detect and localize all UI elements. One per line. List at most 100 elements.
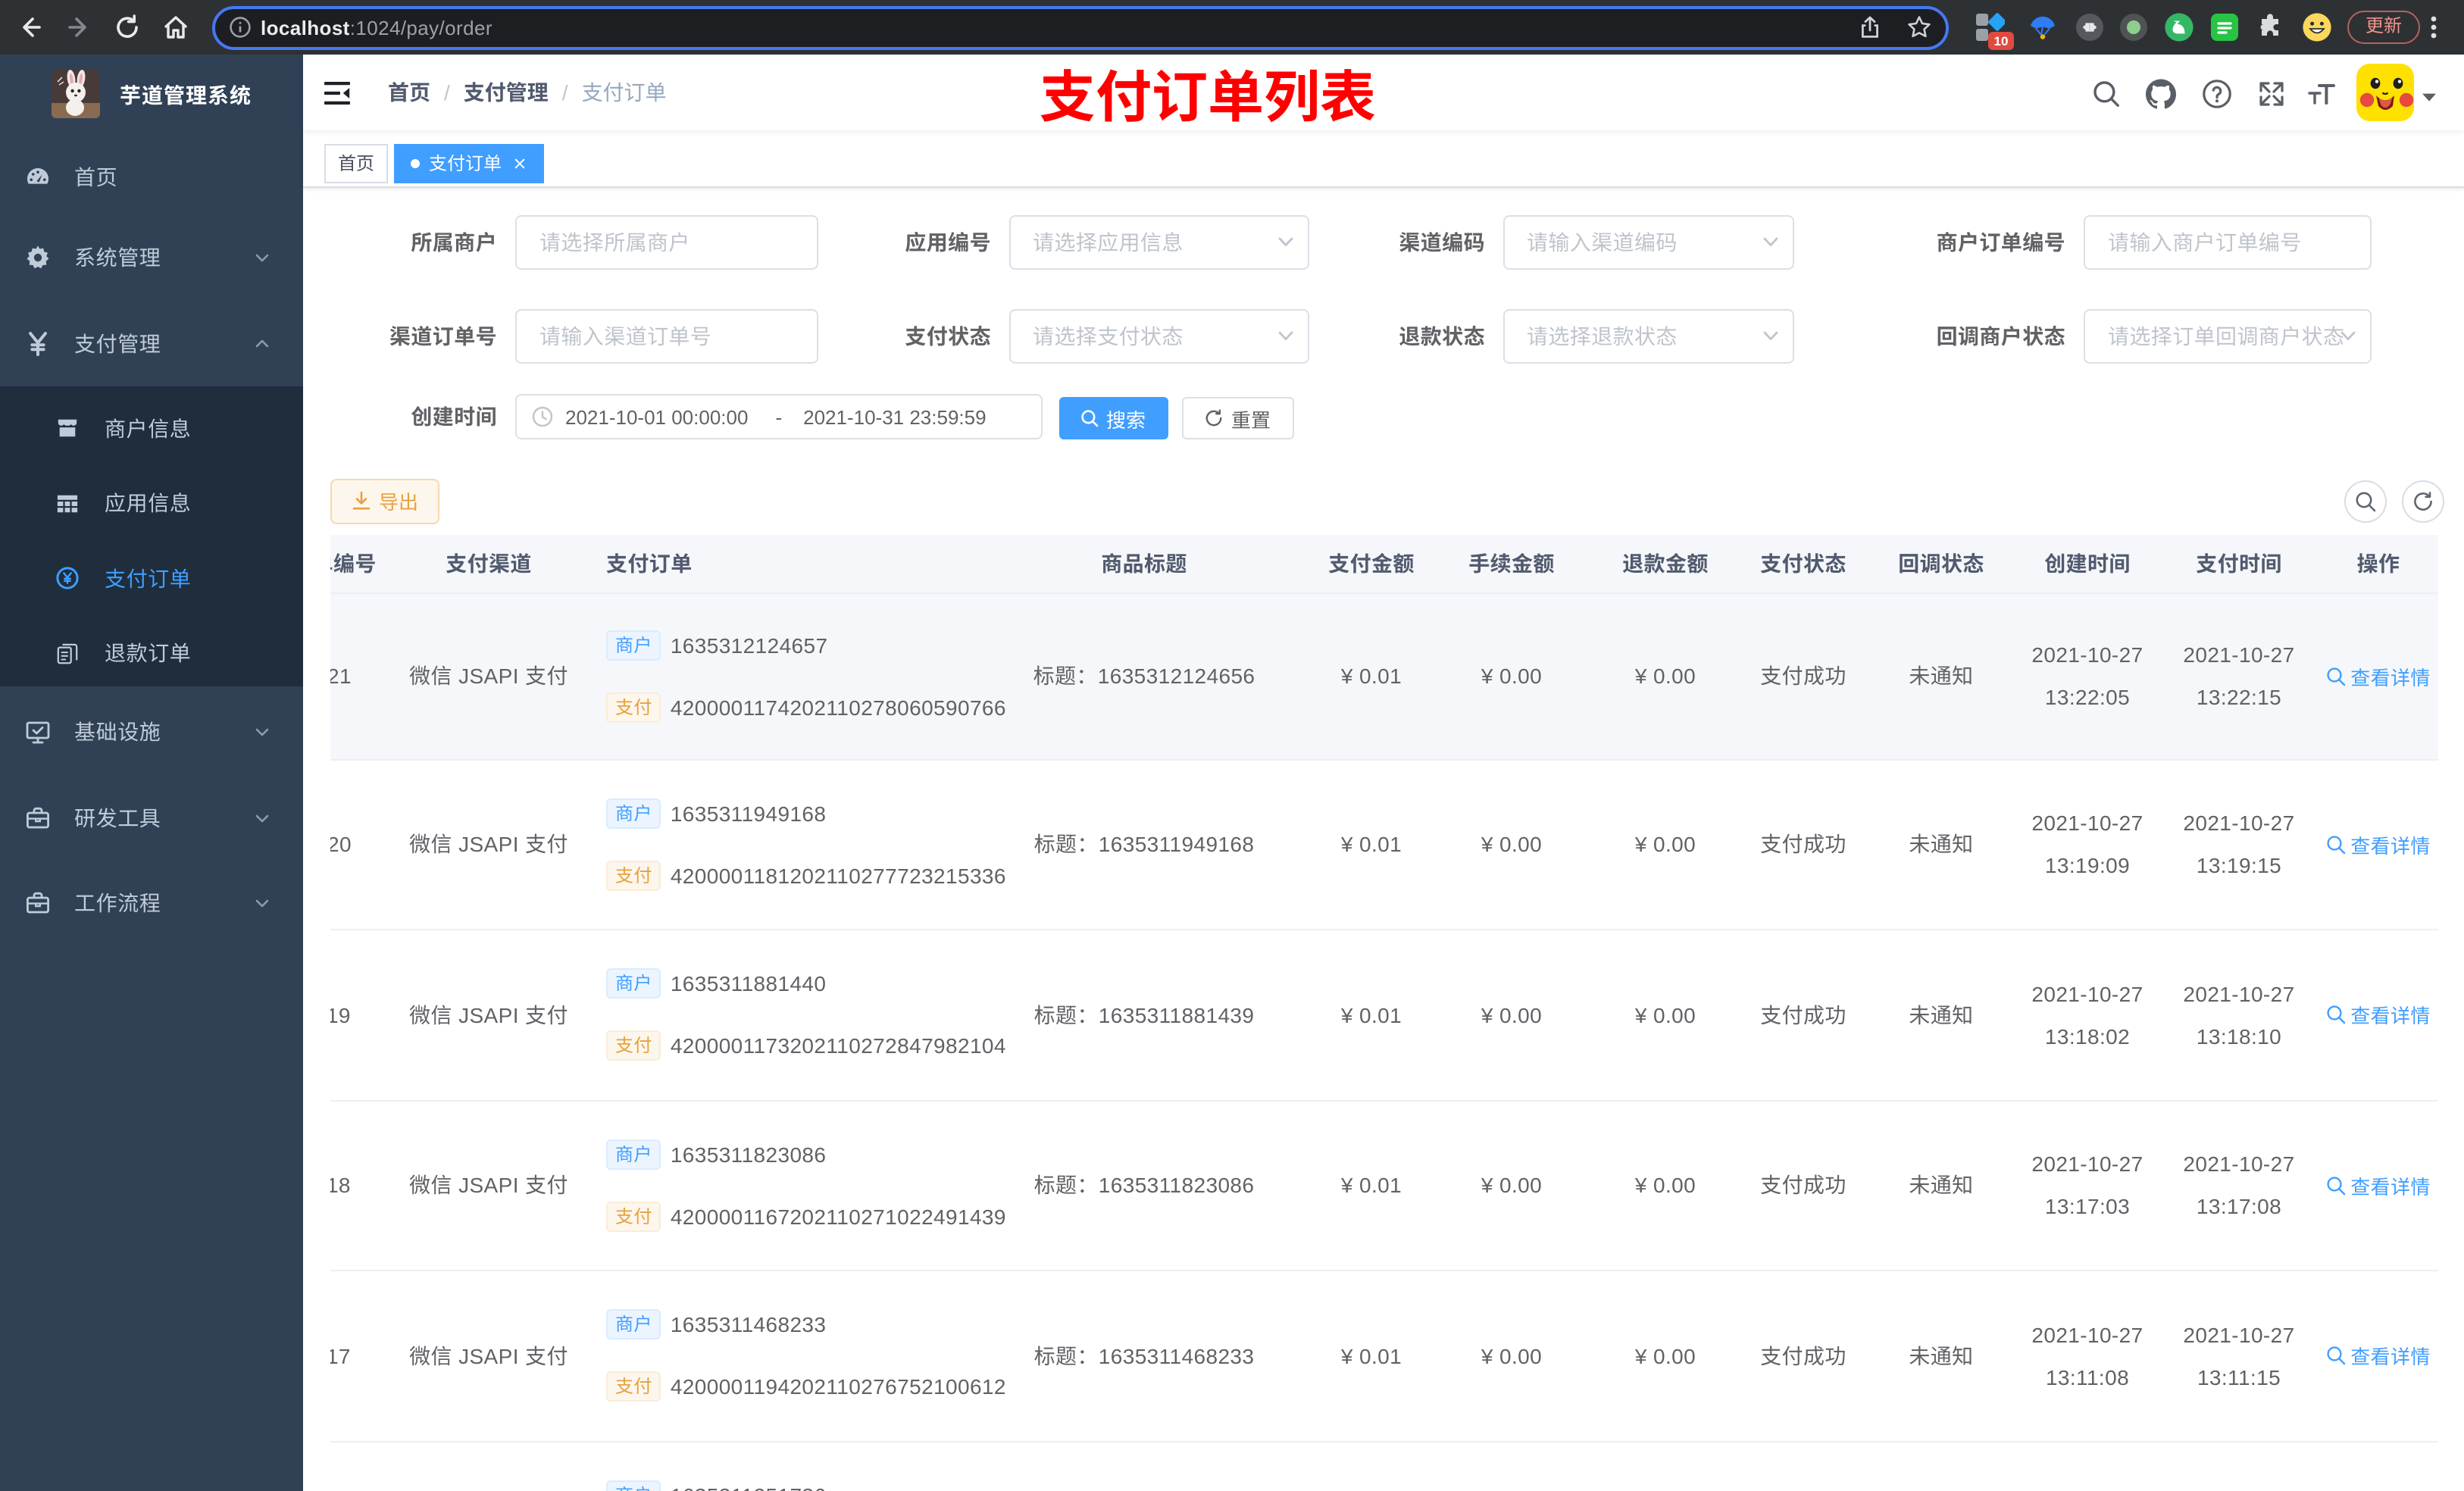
show-search-toggle-button[interactable]: [2344, 480, 2386, 522]
filter-channel-code-select[interactable]: 请输入渠道编码: [1502, 214, 1793, 269]
pay-clock: 13:19:15: [2196, 853, 2282, 878]
extensions-puzzle-icon[interactable]: [2255, 12, 2285, 42]
search-icon: [2327, 1346, 2346, 1365]
refresh-table-button[interactable]: [2401, 480, 2444, 522]
filter-label-refund-status: 退款状态: [1399, 324, 1485, 348]
tag-home[interactable]: 首页: [324, 143, 389, 183]
tag-pay-order[interactable]: 支付订单: [394, 143, 545, 183]
sidebar-item-home[interactable]: 首页: [0, 134, 303, 219]
create-date: 2021-10-27: [2031, 1152, 2143, 1177]
search-icon: [2327, 835, 2346, 854]
col-fee: 手续金额: [1468, 551, 1555, 575]
browser-back-icon[interactable]: [15, 12, 45, 42]
filter-refund-status-select[interactable]: 请选择退款状态: [1502, 308, 1793, 363]
extension-yuque-icon[interactable]: [2164, 12, 2194, 42]
sidebar-item-workflow[interactable]: 工作流程: [0, 861, 303, 946]
sidebar-item-app-info[interactable]: 应用信息: [0, 466, 303, 541]
search-button[interactable]: 搜索: [1058, 397, 1168, 439]
cell-create-time: [2015, 1442, 2159, 1490]
cell-channel: 微信 JSAPI 支付: [409, 832, 568, 857]
sidebar-item-label: 商户信息: [105, 416, 192, 441]
url-text[interactable]: localhost:1024/pay/order: [261, 16, 492, 39]
filter-date-range[interactable]: 2021-10-01 00:00:00 - 2021-10-31 23:59:5…: [515, 394, 1043, 439]
github-icon[interactable]: [2146, 79, 2176, 109]
extension-paraglider-icon[interactable]: [2028, 12, 2058, 42]
col-actions: 操作: [2356, 551, 2400, 575]
view-detail-label: 查看详情: [2350, 666, 2431, 689]
cell-create-time: 2021-10-27 13:22:05: [2015, 593, 2159, 758]
dashboard-icon: [27, 167, 49, 183]
merchant-tag: 商户: [606, 1480, 661, 1490]
filter-notify-status-select[interactable]: 请选择订单回调商户状态: [2084, 308, 2372, 363]
sidebar-item-infra[interactable]: 基础设施: [0, 689, 303, 774]
sidebar-fold-icon[interactable]: [324, 81, 350, 104]
user-avatar[interactable]: [2356, 64, 2414, 121]
toolbox-icon: [27, 807, 50, 829]
address-bar[interactable]: localhost:1024/pay/order: [212, 5, 1949, 49]
col-pay-time: 支付时间: [2196, 551, 2282, 575]
sidebar-logo[interactable]: 芋道管理系统: [0, 55, 303, 133]
sidebar-item-pay[interactable]: 支付管理: [0, 302, 303, 386]
view-detail-link[interactable]: 查看详情: [2326, 830, 2431, 859]
create-clock: 13:11:08: [2045, 1364, 2130, 1389]
filter-merchant-order-no-input[interactable]: 请输入商户订单编号: [2084, 214, 2372, 269]
view-detail-link[interactable]: 查看详情: [2326, 1342, 2431, 1371]
sidebar-item-system[interactable]: 系统管理: [0, 215, 303, 300]
view-detail-link[interactable]: 查看详情: [2326, 1001, 2431, 1030]
cell-channel: [386, 1442, 591, 1490]
col-order-id[interactable]: 订单编号: [330, 534, 386, 592]
search-icon[interactable]: [2091, 79, 2122, 109]
browser-forward-icon[interactable]: [64, 12, 94, 42]
cell-channel: 微信 JSAPI 支付: [409, 1173, 568, 1198]
sidebar-item-devtools[interactable]: 研发工具: [0, 776, 303, 861]
reset-button[interactable]: 重置: [1182, 397, 1294, 439]
cell-order-id: [330, 1442, 386, 1490]
extension-command-icon[interactable]: [2075, 12, 2105, 42]
cell-create-time: 2021-10-27 13:18:02: [2015, 930, 2159, 1099]
table-row: 119 微信 JSAPI 支付 商户 1635311881440 支付 420000…: [330, 930, 2438, 1101]
cell-pay-order: 商户 1635312124657 支付 4200001174202110278060…: [591, 593, 1006, 758]
browser-reload-icon[interactable]: [112, 12, 142, 42]
sidebar-item-merchant-info[interactable]: 商户信息: [0, 391, 303, 466]
breadcrumb-home[interactable]: 首页: [388, 77, 430, 108]
tag-close-icon[interactable]: [511, 155, 527, 171]
sidebar-item-label: 应用信息: [105, 491, 192, 516]
pay-date: 2021-10-27: [2183, 642, 2295, 667]
font-size-icon[interactable]: [2306, 79, 2337, 109]
extension-recorder-icon[interactable]: [2118, 12, 2149, 42]
cell-title: 标题：1635311823086: [1033, 1173, 1255, 1198]
site-info-icon[interactable]: [229, 16, 252, 39]
cell-pay-order: 商户 1635311949168 支付 4200001181202110277723…: [591, 760, 1006, 929]
tags-view: 首页 支付订单: [303, 130, 2464, 188]
cell-notify-status: 未通知: [1909, 1173, 1974, 1198]
create-date: 2021-10-27: [2031, 981, 2143, 1006]
bookmark-star-icon[interactable]: [1906, 14, 1932, 40]
date-start[interactable]: 2021-10-01 00:00:00: [565, 405, 748, 428]
browser-home-icon[interactable]: [161, 12, 191, 42]
view-detail-link[interactable]: 查看详情: [2326, 1171, 2431, 1200]
sidebar-item-refund-order[interactable]: 退款订单: [0, 616, 303, 691]
search-icon: [2355, 491, 2375, 511]
table-row: 121 微信 JSAPI 支付 商户 1635312124657 支付 420000…: [330, 593, 2438, 760]
browser-update-button[interactable]: 更新: [2347, 11, 2421, 44]
view-detail-link[interactable]: 查看详情: [2326, 661, 2431, 690]
share-icon[interactable]: [1858, 15, 1882, 39]
date-end[interactable]: 2021-10-31 23:59:59: [803, 405, 986, 428]
cell-channel: 微信 JSAPI 支付: [409, 1002, 568, 1027]
pay-clock: 13:11:15: [2197, 1364, 2281, 1389]
cell-actions: 查看详情: [2319, 593, 2438, 758]
cell-refund: ¥ 0.00: [1634, 832, 1696, 857]
export-button[interactable]: 导出: [330, 478, 439, 524]
browser-menu-icon[interactable]: [2422, 12, 2446, 42]
profile-avatar-emoji-icon[interactable]: [2302, 12, 2332, 42]
fullscreen-icon[interactable]: [2256, 79, 2287, 109]
gear-icon: [27, 245, 49, 269]
caret-down-icon[interactable]: [2422, 92, 2437, 103]
sidebar-item-pay-order[interactable]: 支付订单: [0, 541, 303, 616]
cell-pay-order: 商户 1635311468233 支付 4200001194202110276752…: [591, 1271, 1006, 1440]
extension-wxdev-icon[interactable]: [2209, 12, 2240, 42]
cell-refund: [1591, 1442, 1740, 1490]
breadcrumb-pay[interactable]: 支付管理: [464, 77, 549, 108]
help-icon[interactable]: [2202, 79, 2232, 109]
cell-order-id: 120: [330, 832, 352, 857]
